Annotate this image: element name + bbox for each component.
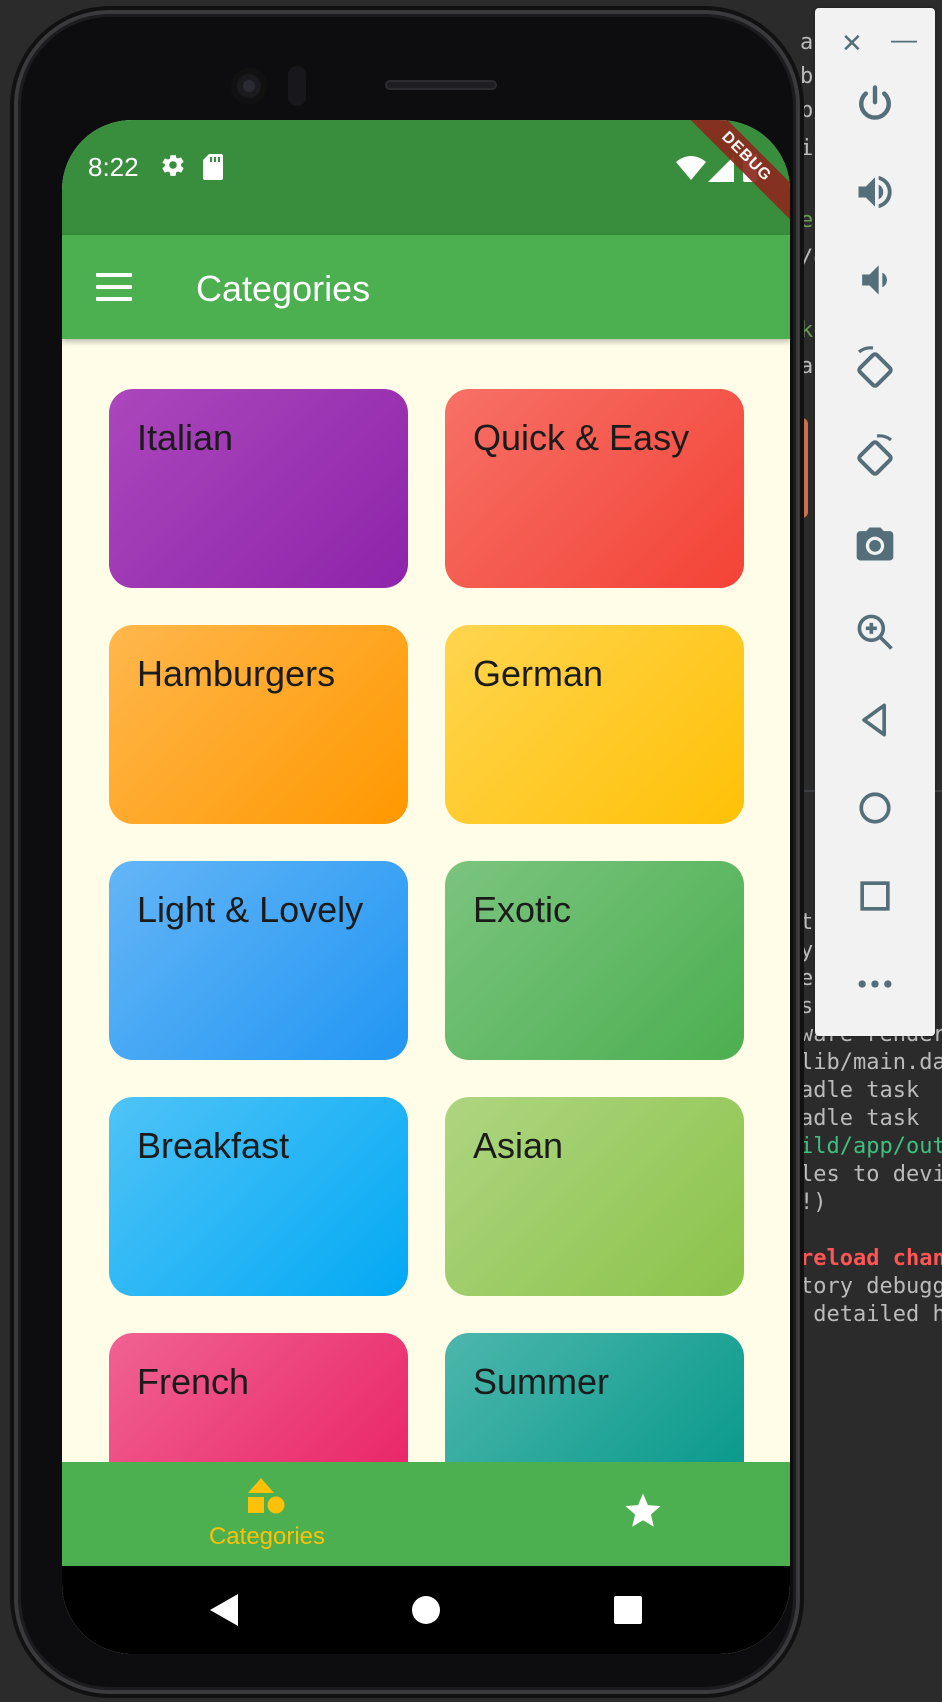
signal-icon: [708, 156, 734, 187]
nav-tab-categories[interactable]: Categories: [202, 1478, 332, 1558]
category-tile-label: Exotic: [473, 889, 572, 930]
nav-tab-favorites[interactable]: [622, 1490, 668, 1536]
rotate-left-icon[interactable]: [847, 346, 903, 402]
category-grid: Italian Quick & Easy Hamburgers German Light…: [62, 339, 790, 1568]
ide-console-line: e: [800, 966, 814, 991]
sensor: [288, 66, 306, 106]
ide-console-line: t: [800, 910, 814, 935]
volume-up-icon[interactable]: [847, 170, 903, 226]
ide-console-line: lib/main.da: [800, 1050, 942, 1075]
earpiece-speaker: [385, 80, 497, 90]
system-navigation-bar: [62, 1566, 790, 1654]
category-tile-label: Asian: [473, 1125, 564, 1166]
category-tile-label: Light & Lovely: [137, 889, 364, 930]
category-tile-label: Hamburgers: [137, 653, 336, 694]
status-time: 8:22: [88, 152, 139, 182]
ide-console-line: reload chan: [800, 1246, 942, 1271]
sd-card-icon: [203, 154, 225, 180]
category-tile-label: Breakfast: [137, 1125, 290, 1166]
home-icon[interactable]: [847, 786, 903, 842]
category-tile[interactable]: German: [445, 625, 744, 824]
overview-icon[interactable]: [847, 874, 903, 930]
category-tile[interactable]: Exotic: [445, 861, 744, 1060]
category-tile[interactable]: Quick & Easy: [445, 389, 744, 588]
back-triangle-icon[interactable]: [210, 1594, 238, 1631]
ide-console-line: ild/app/out: [800, 1134, 942, 1159]
phone-screen: 8:22 DEBUG Categories Italian Quick & Ea…: [62, 120, 790, 1654]
gear-icon: [160, 152, 188, 180]
category-tile[interactable]: Light & Lovely: [109, 861, 408, 1060]
ide-console-line: detailed h: [800, 1302, 942, 1327]
camera-icon: [231, 68, 267, 104]
star-icon: [625, 1493, 661, 1527]
ide-gutter-marker: [800, 418, 808, 518]
rotate-right-icon[interactable]: [847, 434, 903, 490]
ide-console-line: adle task: [800, 1106, 920, 1131]
category-tile-label: Quick & Easy: [473, 417, 690, 458]
app-bar: Categories: [62, 235, 790, 339]
emulator-toolbar: ✕ —: [815, 8, 935, 1036]
page-title: Categories: [196, 268, 371, 309]
ide-console-line: adle task: [800, 1078, 920, 1103]
category-tile[interactable]: Hamburgers: [109, 625, 408, 824]
zoom-icon[interactable]: [847, 610, 903, 666]
minimize-icon[interactable]: —: [891, 24, 917, 55]
status-bar: 8:22 DEBUG: [62, 120, 790, 235]
power-icon[interactable]: [847, 82, 903, 138]
ide-console-line: !): [800, 1190, 827, 1215]
camera-screenshot-icon[interactable]: [847, 522, 903, 578]
more-options-icon[interactable]: [847, 962, 903, 1018]
ide-console-line: y: [800, 938, 814, 963]
category-tile-label: German: [473, 653, 604, 694]
category-tile-label: French: [137, 1361, 250, 1402]
category-tile-label: Italian: [137, 417, 234, 458]
nav-tab-categories-label: Categories: [208, 1523, 326, 1550]
ide-console-line: tory debugg: [800, 1274, 942, 1299]
recents-square-icon[interactable]: [614, 1596, 642, 1624]
phone-frame: 8:22 DEBUG Categories Italian Quick & Ea…: [18, 14, 796, 1690]
category-tile[interactable]: Asian: [445, 1097, 744, 1296]
close-icon[interactable]: ✕: [841, 28, 863, 59]
wifi-icon: [676, 156, 706, 185]
home-circle-icon[interactable]: [412, 1596, 440, 1624]
hamburger-menu-icon[interactable]: [96, 273, 132, 301]
volume-down-icon[interactable]: [847, 258, 903, 314]
category-tile[interactable]: Italian: [109, 389, 408, 588]
back-icon[interactable]: [847, 698, 903, 754]
bottom-navigation: Categories: [62, 1462, 790, 1566]
category-tile[interactable]: Breakfast: [109, 1097, 408, 1296]
ide-console-line: les to devi: [800, 1162, 942, 1187]
category-tile-label: Summer: [473, 1361, 610, 1402]
categories-shapes-icon: [248, 1478, 285, 1514]
